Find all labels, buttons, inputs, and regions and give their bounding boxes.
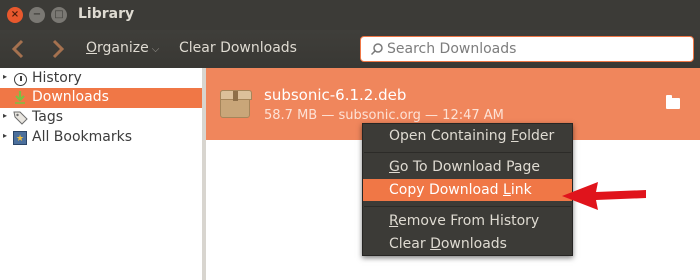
sidebar-item-label: Tags (32, 109, 63, 125)
organize-menu-button[interactable]: Organize ⌵ (86, 40, 159, 56)
search-input[interactable] (387, 39, 687, 59)
close-window-button[interactable]: × (7, 7, 23, 23)
maximize-window-button[interactable]: □ (51, 7, 67, 23)
title-bar: × − □ Library (0, 0, 700, 30)
menu-item-label: ownloads (440, 236, 507, 252)
menu-item-open-containing-folder[interactable]: Open Containing Folder (363, 125, 572, 147)
clock-icon (14, 73, 27, 86)
menu-item-label: ink (510, 182, 532, 198)
menu-item-label: Copy Download (389, 182, 504, 198)
chevron-left-icon (11, 39, 24, 59)
sidebar: ▸ History Downloads ▸ Tags ▸ All Bookmar… (0, 68, 202, 280)
menu-item-label: older (518, 128, 555, 144)
download-details: 58.7 MB — subsonic.org — 12:47 AM (264, 108, 504, 123)
menu-item-label: Clear (389, 236, 431, 252)
bookmarks-icon (13, 131, 27, 147)
menu-item-go-to-download-page[interactable]: Go To Download Page (363, 156, 572, 178)
minimize-window-button[interactable]: − (29, 7, 45, 23)
down-arrow-icon (12, 90, 28, 106)
organize-label: rganize (97, 40, 149, 56)
package-icon (220, 90, 252, 118)
expander-icon[interactable]: ▸ (3, 131, 7, 140)
context-menu: Open Containing Folder Go To Download Pa… (362, 123, 573, 256)
menu-item-label: emove From History (398, 213, 540, 229)
sidebar-item-history[interactable]: ▸ History (0, 69, 202, 89)
sidebar-item-label: Downloads (32, 89, 109, 105)
menu-mnemonic: R (389, 213, 399, 229)
annotation-arrow-icon (562, 182, 646, 210)
forward-button[interactable] (44, 36, 70, 62)
expander-icon[interactable]: ▸ (3, 72, 7, 81)
sidebar-item-label: History (32, 70, 82, 86)
menu-item-copy-download-link[interactable]: Copy Download Link (363, 179, 572, 201)
organize-mnemonic: O (86, 40, 98, 56)
menu-separator (364, 152, 571, 153)
menu-item-label: Open Containing (389, 128, 511, 144)
window-title: Library (78, 6, 135, 22)
clear-downloads-button[interactable]: Clear Downloads (179, 40, 297, 56)
menu-mnemonic: G (389, 159, 400, 175)
sidebar-item-tags[interactable]: ▸ Tags (0, 108, 202, 128)
chevron-right-icon (52, 39, 65, 59)
menu-item-clear-downloads[interactable]: Clear Downloads (363, 233, 572, 255)
sidebar-item-all-bookmarks[interactable]: ▸ All Bookmarks (0, 128, 202, 148)
sidebar-item-label: All Bookmarks (32, 129, 133, 145)
sidebar-item-downloads[interactable]: Downloads (0, 88, 202, 108)
menu-mnemonic: F (511, 128, 519, 144)
chevron-down-icon: ⌵ (151, 44, 160, 55)
tag-icon (12, 110, 28, 126)
search-box[interactable] (360, 36, 694, 62)
menu-mnemonic: D (430, 236, 441, 252)
menu-item-label: o To Download Page (399, 159, 540, 175)
menu-item-remove-from-history[interactable]: Remove From History (363, 210, 572, 232)
menu-separator (364, 206, 571, 207)
menu-mnemonic: L (503, 182, 511, 198)
folder-icon[interactable] (666, 95, 680, 109)
back-button[interactable] (6, 36, 32, 62)
expander-icon[interactable]: ▸ (3, 111, 7, 120)
download-filename: subsonic-6.1.2.deb (264, 86, 407, 104)
search-icon (370, 43, 383, 56)
toolbar: Organize ⌵ Clear Downloads (0, 30, 700, 68)
